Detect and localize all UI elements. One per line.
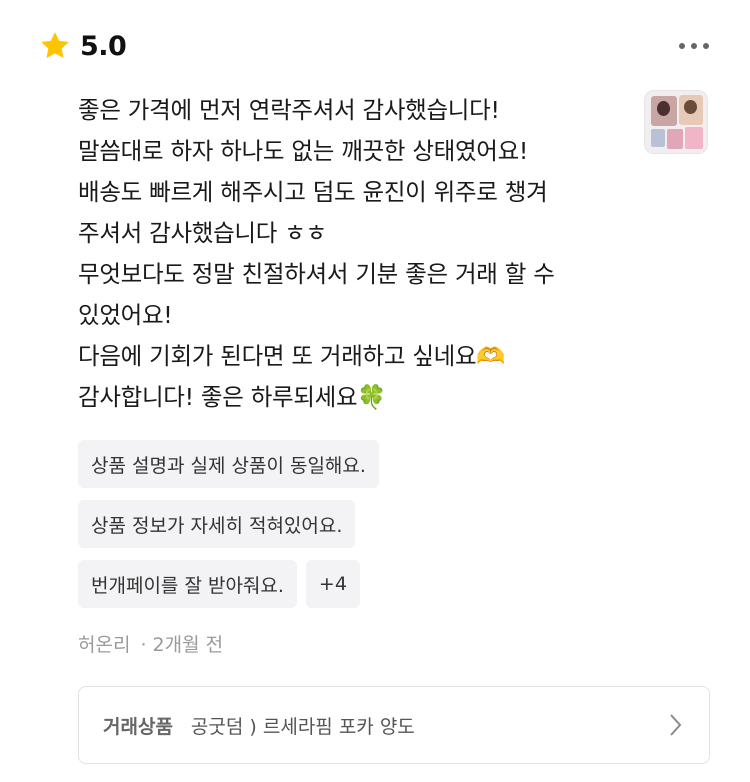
review-line: 무엇보다도 정말 친절하셔서 기분 좋은 거래 할 수 <box>78 260 555 288</box>
review-line: 있었어요! <box>78 301 173 329</box>
product-name: 공굿덤 ) 르세라핌 포카 양도 <box>190 715 415 738</box>
review-tags: 상품 설명과 실제 상품이 동일해요. 상품 정보가 자세히 적혀있어요. 번개… <box>78 440 379 608</box>
review-body: 좋은 가격에 먼저 연락주셔서 감사했습니다! 말씀대로 하자 하나도 없는 깨… <box>78 90 710 418</box>
review-tag: 상품 설명과 실제 상품이 동일해요. <box>78 440 379 488</box>
rating-value: 5.0 <box>80 30 127 62</box>
review-meta: 허온리 · 2개월 전 <box>78 630 223 657</box>
review-line: 주셔서 감사했습니다 ㅎㅎ <box>78 219 327 247</box>
more-dots-icon <box>679 43 685 49</box>
more-tags-button[interactable]: +4 <box>305 560 360 608</box>
review-line: 배송도 빠르게 해주시고 덤도 윤진이 위주로 챙겨 <box>78 178 548 206</box>
chevron-right-icon <box>670 714 682 736</box>
review-time: · 2개월 전 <box>140 634 224 656</box>
review-header: 5.0 <box>38 26 714 66</box>
review-line: 말씀대로 하자 하나도 없는 깨끗한 상태였어요! <box>78 137 529 165</box>
reviewer-name[interactable]: 허온리 <box>78 630 130 657</box>
review-tag: 상품 정보가 자세히 적혀있어요. <box>78 500 356 548</box>
traded-product-link[interactable]: 거래상품 공굿덤 ) 르세라핌 포카 양도 <box>78 686 710 764</box>
review-tag: 번개페이를 잘 받아줘요. <box>78 560 297 608</box>
star-icon <box>41 32 69 59</box>
review-text: 좋은 가격에 먼저 연락주셔서 감사했습니다! 말씀대로 하자 하나도 없는 깨… <box>78 90 638 418</box>
product-label: 거래상품 <box>103 715 173 738</box>
rating: 5.0 <box>38 29 127 63</box>
review-photo-thumbnail[interactable] <box>644 90 708 154</box>
review-line: 감사합니다! 좋은 하루되세요🍀 <box>78 383 387 411</box>
review-line: 다음에 기회가 된다면 또 거래하고 싶네요🫶 <box>78 342 506 370</box>
review-line: 좋은 가격에 먼저 연락주셔서 감사했습니다! <box>78 96 500 124</box>
more-options-button[interactable] <box>674 31 714 61</box>
